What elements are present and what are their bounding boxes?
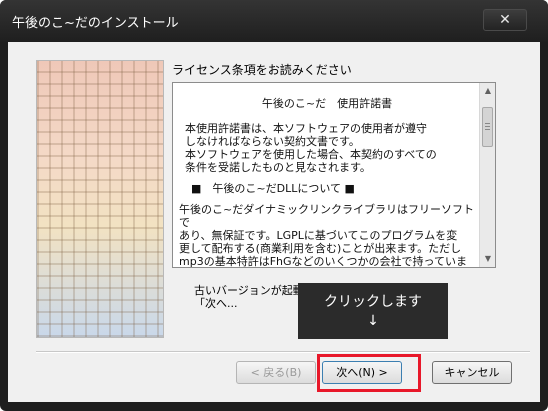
tooltip-text: クリックします (324, 294, 422, 310)
down-arrow-icon: ↓ (367, 313, 379, 329)
dialog-client-area: ライセンス条項をお読みください 午後のこ~だ 使用許諾書 本使用許諾書は、本ソフ… (8, 42, 540, 402)
title-bar[interactable]: 午後のこ~だのインストール ✕ (0, 0, 548, 42)
scroll-down-arrow-icon[interactable]: ▼ (480, 251, 495, 267)
license-title: 午後のこ~だ 使用許諾書 (261, 97, 393, 110)
click-instruction-tooltip: クリックします ↓ (298, 283, 448, 339)
license-paragraph-2: 午後のこ~だダイナミックリンクライブラリはフリーソフトで あり、無保証です。LG… (179, 203, 474, 268)
scrollbar-thumb[interactable] (482, 107, 493, 147)
scroll-up-arrow-icon[interactable]: ▲ (480, 83, 495, 99)
license-section-heading: ■ 午後のこ~だDLLについて ■ (191, 182, 355, 195)
button-separator (36, 351, 530, 353)
license-text-box[interactable]: 午後のこ~だ 使用許諾書 本使用許諾書は、本ソフトウェアの使用者が遵守 しなけれ… (172, 82, 496, 268)
cancel-button[interactable]: キャンセル (432, 361, 512, 384)
license-paragraph-1: 本使用許諾書は、本ソフトウェアの使用者が遵守 しなければならない契約文書です。 … (185, 122, 437, 174)
close-icon: ✕ (499, 12, 511, 28)
mascot-banner-image (36, 60, 164, 338)
back-button[interactable]: < 戻る(B) (236, 361, 316, 384)
window-title: 午後のこ~だのインストール (12, 16, 179, 31)
installer-window: 午後のこ~だのインストール ✕ ライセンス条項をお読みください 午後のこ~だ 使… (0, 0, 548, 411)
close-button[interactable]: ✕ (483, 9, 527, 31)
license-content: 午後のこ~だ 使用許諾書 本使用許諾書は、本ソフトウェアの使用者が遵守 しなけれ… (173, 83, 479, 267)
license-scrollbar[interactable]: ▲ ▼ (479, 83, 495, 267)
next-button-highlight (317, 354, 421, 392)
license-heading: ライセンス条項をお読みください (172, 63, 352, 77)
